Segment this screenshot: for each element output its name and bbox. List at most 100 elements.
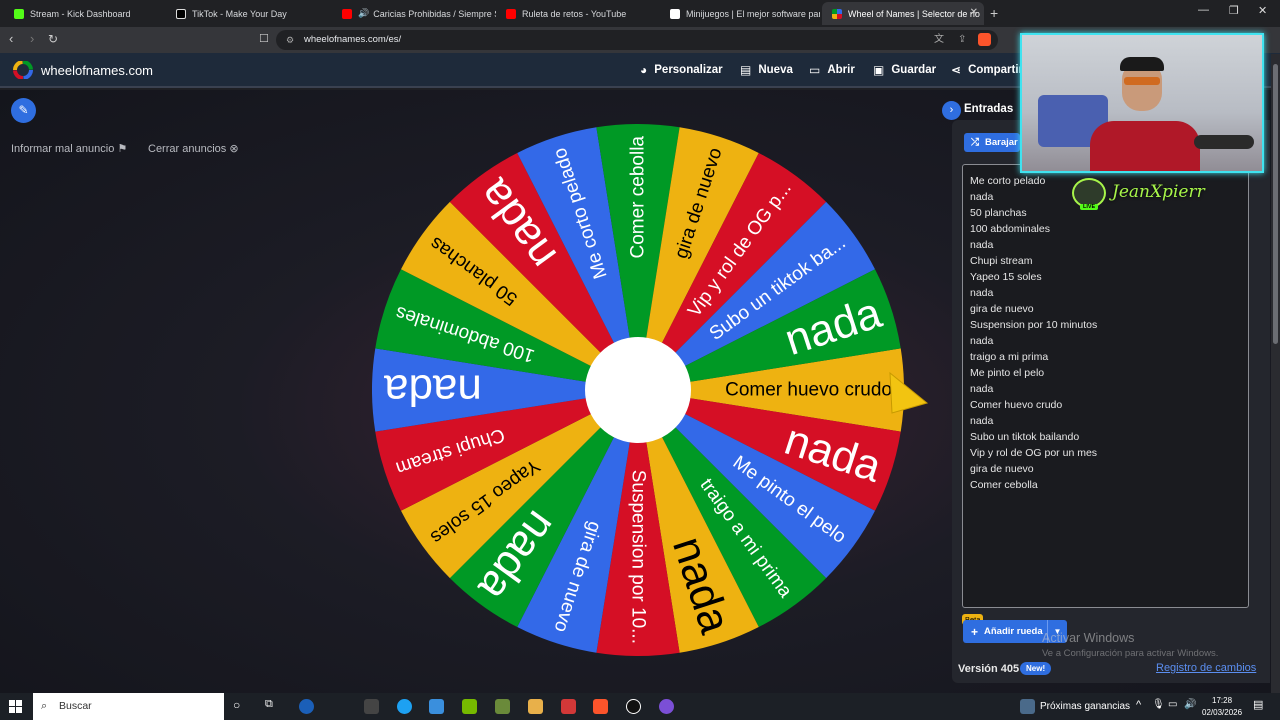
restore-icon[interactable]: ❐: [1229, 4, 1239, 17]
entry-line[interactable]: Comer cebolla: [970, 477, 1241, 493]
entry-line[interactable]: gira de nuevo: [970, 301, 1241, 317]
report-ad-link[interactable]: Informar mal anuncio ⚑: [11, 142, 127, 155]
changelog-link[interactable]: Registro de cambios: [1156, 662, 1256, 674]
save-button[interactable]: ▣ Guardar: [873, 63, 936, 77]
new-tab-icon[interactable]: +: [990, 5, 998, 21]
wheelofnames-logo-icon[interactable]: [12, 60, 34, 80]
news-widget-icon[interactable]: [1020, 699, 1035, 714]
entry-line[interactable]: gira de nuevo: [970, 461, 1241, 477]
browser-tab[interactable]: TikTok - Make Your Day: [166, 2, 330, 25]
site-logo-text[interactable]: wheelofnames.com: [41, 63, 153, 78]
browser-tab-active[interactable]: Wheel of Names | Selector de no ✕: [822, 2, 984, 25]
minimize-icon[interactable]: —: [1198, 4, 1209, 16]
notifications-icon[interactable]: ▤: [1253, 698, 1263, 711]
entry-line[interactable]: Chupi stream: [970, 253, 1241, 269]
entry-line[interactable]: Suspension por 10 minutos: [970, 317, 1241, 333]
close-ads-link[interactable]: Cerrar anuncios ⊗: [148, 142, 239, 155]
flag-icon: ⚑: [117, 143, 128, 155]
microphone-icon[interactable]: 🎙: [1152, 699, 1165, 710]
obs-icon[interactable]: [626, 699, 641, 714]
entry-line[interactable]: traigo a mi prima: [970, 349, 1241, 365]
discord-icon[interactable]: [659, 699, 674, 714]
entry-line[interactable]: Yapeo 15 soles: [970, 269, 1241, 285]
shuffle-button[interactable]: ⤮ Barajar: [964, 133, 1020, 152]
shuffle-label: Barajar: [985, 137, 1018, 148]
windows-taskbar: ⌕ Buscar ○ ⧉ Próximas ganancias ^ 🎙 ▭ 🔊 1…: [0, 693, 1280, 720]
edge-icon[interactable]: [397, 699, 412, 714]
spin-wheel[interactable]: Comer huevo crudonadaMe pinto el pelotra…: [372, 123, 938, 659]
forward-icon[interactable]: ›: [30, 31, 34, 46]
new-button[interactable]: ▤ Nueva: [740, 63, 793, 77]
entries-textarea[interactable]: Me corto pelado nada 50 planchas 100 abdomi…: [962, 164, 1249, 608]
bookmark-icon[interactable]: ☐: [259, 32, 269, 45]
windows-start-icon[interactable]: [9, 700, 22, 713]
mail-icon[interactable]: [429, 699, 444, 714]
wheel-favicon-icon: [832, 8, 842, 19]
entry-line[interactable]: nada: [970, 413, 1241, 429]
clock-time[interactable]: 17:28: [1212, 696, 1232, 705]
back-icon[interactable]: ‹: [9, 31, 13, 46]
minecraft-icon[interactable]: [495, 699, 510, 714]
share-button[interactable]: ⋖ Compartir: [951, 63, 1023, 77]
task-view-icon[interactable]: ⧉: [265, 698, 273, 711]
streaming-app-icon[interactable]: [561, 699, 576, 714]
open-button[interactable]: ▭ Abrir: [809, 63, 855, 77]
kick-icon: [14, 8, 24, 19]
page-scrollbar[interactable]: [1271, 54, 1280, 693]
close-ads-label: Cerrar anuncios: [148, 143, 227, 155]
palette-icon: ◕: [640, 63, 648, 77]
file-explorer-icon[interactable]: [528, 699, 543, 714]
entry-line[interactable]: Comer huevo crudo: [970, 397, 1241, 413]
search-placeholder: Buscar: [59, 700, 92, 712]
entry-line[interactable]: nada: [970, 381, 1241, 397]
wheel-slice-label: Comer huevo crudo: [725, 380, 892, 401]
edit-pencil-icon[interactable]: ✎: [11, 98, 36, 123]
wheel-slice-label: nada: [383, 366, 481, 415]
add-wheel-button[interactable]: + Añadir rueda: [963, 620, 1047, 643]
clock-date[interactable]: 02/03/2026: [1202, 708, 1242, 717]
wheel-center[interactable]: [585, 337, 691, 443]
close-window-icon[interactable]: ✕: [1258, 4, 1267, 17]
share-page-icon[interactable]: ⇪: [958, 30, 966, 50]
tab-title: Caricias Prohibidas / Siempre Ser: [373, 8, 496, 19]
menu-label: Abrir: [827, 64, 855, 76]
taskbar-search-box[interactable]: ⌕ Buscar: [33, 693, 224, 720]
store-app-icon[interactable]: [364, 699, 379, 714]
reload-icon[interactable]: ↻: [48, 32, 58, 46]
volume-icon[interactable]: 🔊: [1184, 699, 1196, 710]
brave-shield-icon[interactable]: [978, 33, 991, 46]
news-widget-label[interactable]: Próximas ganancias: [1040, 701, 1130, 712]
browser-tab[interactable]: Ruleta de retos - YouTube: [496, 2, 660, 25]
entry-line[interactable]: 50 planchas: [970, 205, 1241, 221]
site-info-icon[interactable]: ⚙: [286, 30, 294, 50]
cortana-icon[interactable]: ○: [233, 698, 240, 712]
entry-line[interactable]: nada: [970, 333, 1241, 349]
tray-chevron-icon[interactable]: ^: [1136, 699, 1141, 711]
close-tab-icon[interactable]: ✕: [970, 7, 978, 18]
entry-line[interactable]: 100 abdominales: [970, 221, 1241, 237]
youtube-icon: [342, 8, 352, 19]
entry-line[interactable]: nada: [970, 285, 1241, 301]
collapse-panel-icon[interactable]: ›: [942, 101, 961, 120]
browser-tab[interactable]: Minijuegos | El mejor software para ¡: [660, 2, 820, 25]
nvidia-icon[interactable]: [462, 699, 477, 714]
wheel-slice-label: Suspension por 10...: [628, 470, 649, 644]
url-input[interactable]: ⚙ wheelofnames.com/es/ 文 ⇪: [276, 30, 998, 50]
url-text: wheelofnames.com/es/: [304, 34, 402, 45]
browser-tab[interactable]: Stream - Kick Dashboard: [4, 2, 164, 25]
entry-line[interactable]: nada: [970, 237, 1241, 253]
entry-line[interactable]: Me pinto el pelo: [970, 365, 1241, 381]
add-wheel-label: Añadir rueda: [984, 626, 1043, 637]
live-badge: LIVE: [1080, 204, 1099, 210]
translate-icon[interactable]: 文: [934, 30, 944, 50]
tab-title: Ruleta de retos - YouTube: [522, 8, 627, 19]
entry-line[interactable]: Subo un tiktok bailando: [970, 429, 1241, 445]
network-icon[interactable]: ▭: [1168, 699, 1177, 710]
panel-title[interactable]: Entradas: [964, 103, 1013, 115]
entry-line[interactable]: Vip y rol de OG por un mes: [970, 445, 1241, 461]
brave-browser-icon[interactable]: [593, 699, 608, 714]
scrollbar-thumb[interactable]: [1273, 64, 1278, 344]
browser-tab[interactable]: 🔊 Caricias Prohibidas / Siempre Ser: [332, 2, 496, 25]
speedometer-app-icon[interactable]: [299, 699, 314, 714]
customize-button[interactable]: ◕ Personalizar: [640, 63, 723, 77]
